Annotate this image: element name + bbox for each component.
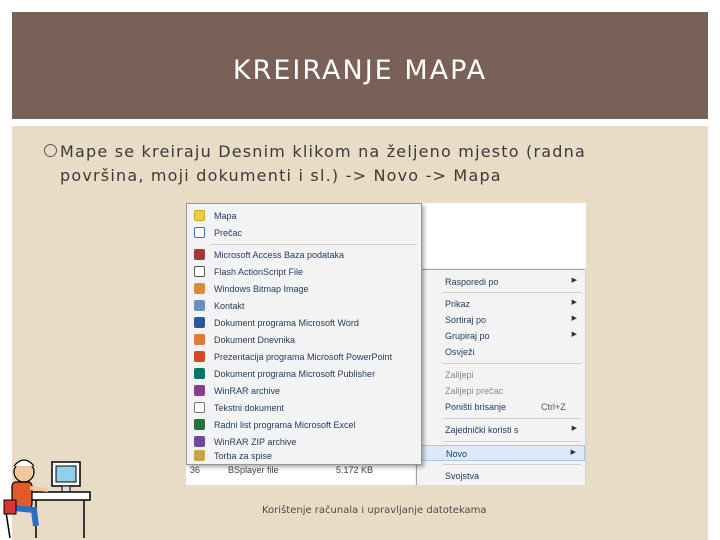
submenu-item-mapa[interactable]: Mapa <box>187 208 421 224</box>
file-row-name: BSplayer file <box>228 465 279 475</box>
slide-title: KREIRANJE MAPA <box>232 55 488 86</box>
flash-icon <box>194 266 205 277</box>
menu-item-novo[interactable]: Novo ▶ <box>417 445 585 461</box>
submenu-item-excel[interactable]: Radni list programa Microsoft Excel <box>187 417 421 433</box>
menu-divider <box>443 441 581 442</box>
submenu-item-precac[interactable]: Prečac <box>187 225 421 241</box>
menu-item-prikaz[interactable]: Prikaz ▶ <box>417 296 585 312</box>
submenu-item-dnevnik[interactable]: Dokument Dnevnika <box>187 332 421 348</box>
chevron-right-icon: ▶ <box>570 449 576 456</box>
menu-item-grupiraj-po[interactable]: Grupiraj po ▶ <box>417 328 585 344</box>
text-icon <box>194 402 205 413</box>
bullet-text: Mape se kreiraju Desnim klikom na željen… <box>60 142 586 185</box>
menu-item-rasporedi-po[interactable]: Rasporedi po ▶ <box>417 274 585 290</box>
file-row-number: 36 <box>190 465 201 475</box>
bullet-circle-icon <box>44 144 57 157</box>
background-file-row[interactable]: 36 BSplayer file 5.172 KB <box>190 465 373 475</box>
word-icon <box>194 317 205 328</box>
menu-divider <box>443 292 581 293</box>
slide-title-bar: KREIRANJE MAPA <box>12 12 708 119</box>
bullet-point: Mape se kreiraju Desnim klikom na željen… <box>44 140 664 188</box>
slide-caption: Korištenje računala i upravljanje datote… <box>262 505 487 516</box>
menu-item-zajednicki-koristi-s[interactable]: Zajednički koristi s ▶ <box>417 422 585 438</box>
publisher-icon <box>194 368 205 379</box>
folder-icon <box>194 210 205 221</box>
chevron-right-icon: ▶ <box>571 425 577 432</box>
person-at-computer-clipart <box>3 459 91 539</box>
submenu-item-torba[interactable]: Torba za spise <box>187 448 421 464</box>
menu-divider <box>443 464 581 465</box>
menu-item-ponisti-brisanje[interactable]: Poništi brisanje Ctrl+Z <box>417 399 585 415</box>
winrar-zip-icon <box>194 436 205 447</box>
submenu-item-access[interactable]: Microsoft Access Baza podataka <box>187 247 421 263</box>
submenu-item-flash[interactable]: Flash ActionScript File <box>187 264 421 280</box>
menu-divider <box>443 418 581 419</box>
chevron-right-icon: ▶ <box>571 331 577 338</box>
shortcut-label: Ctrl+Z <box>541 402 566 412</box>
briefcase-icon <box>194 450 205 461</box>
powerpoint-icon <box>194 351 205 362</box>
chevron-right-icon: ▶ <box>571 299 577 306</box>
submenu-item-tekstni[interactable]: Tekstni dokument <box>187 400 421 416</box>
menu-divider <box>211 244 417 245</box>
access-icon <box>194 249 205 260</box>
menu-item-svojstva[interactable]: Svojstva <box>417 468 585 484</box>
submenu-item-publisher[interactable]: Dokument programa Microsoft Publisher <box>187 366 421 382</box>
chevron-right-icon: ▶ <box>571 277 577 284</box>
bitmap-icon <box>194 283 205 294</box>
journal-icon <box>194 334 205 345</box>
file-row-size: 5.172 KB <box>336 465 374 475</box>
submenu-item-bitmap[interactable]: Windows Bitmap Image <box>187 281 421 297</box>
explorer-screenshot: 36 BSplayer file 5.172 KB Rasporedi po ▶… <box>186 203 586 485</box>
submenu-item-kontakt[interactable]: Kontakt <box>187 298 421 314</box>
submenu-item-powerpoint[interactable]: Prezentacija programa Microsoft PowerPoi… <box>187 349 421 365</box>
chevron-right-icon: ▶ <box>571 315 577 322</box>
menu-item-sortiraj-po[interactable]: Sortiraj po ▶ <box>417 312 585 328</box>
submenu-item-winrar[interactable]: WinRAR archive <box>187 383 421 399</box>
context-menu: Rasporedi po ▶ Prikaz ▶ Sortiraj po ▶ Gr… <box>416 269 585 485</box>
new-submenu: Mapa Prečac Microsoft Access Baza podata… <box>186 203 422 465</box>
excel-icon <box>194 419 205 430</box>
submenu-item-word[interactable]: Dokument programa Microsoft Word <box>187 315 421 331</box>
shortcut-icon <box>194 227 205 238</box>
contact-icon <box>194 300 205 311</box>
menu-item-osvjezi[interactable]: Osvježi <box>417 344 585 360</box>
menu-item-zalijepi[interactable]: Zalijepi <box>417 367 585 383</box>
menu-divider <box>443 363 581 364</box>
winrar-icon <box>194 385 205 396</box>
menu-item-zalijepi-precac[interactable]: Zalijepi prečac <box>417 383 585 399</box>
